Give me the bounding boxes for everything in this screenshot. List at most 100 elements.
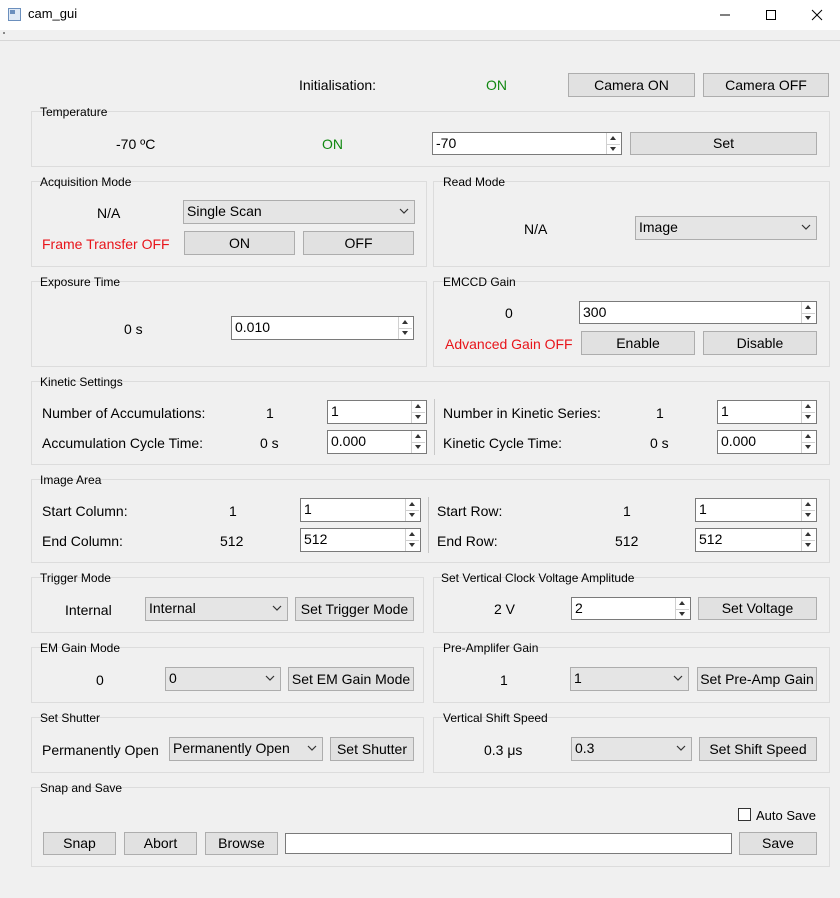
close-button[interactable] (794, 0, 840, 30)
auto-save-checkbox[interactable] (738, 808, 751, 821)
em-gain-mode-title: EM Gain Mode (40, 641, 121, 655)
temperature-spinbox[interactable]: -70 (432, 132, 622, 155)
minimize-button[interactable] (702, 0, 748, 30)
frame-transfer-on-button[interactable]: ON (184, 231, 295, 255)
shutter-select[interactable]: Permanently Open (169, 737, 323, 761)
start-column-spinbox[interactable]: 1 (300, 498, 421, 522)
set-shutter-button[interactable]: Set Shutter (330, 737, 414, 761)
chevron-down-icon (272, 605, 282, 611)
frame-transfer-status: Frame Transfer OFF (42, 236, 170, 252)
initialisation-label: Initialisation: (299, 77, 377, 93)
read-mode-title: Read Mode (443, 175, 506, 189)
spin-down-icon[interactable] (406, 540, 419, 551)
abort-button[interactable]: Abort (124, 832, 197, 855)
chevron-down-icon (399, 208, 409, 214)
set-pre-amp-gain-button[interactable]: Set Pre-Amp Gain (697, 667, 817, 691)
close-icon (811, 9, 823, 21)
num-kinetic-series-spinbox[interactable]: 1 (717, 400, 817, 424)
set-shift-speed-button[interactable]: Set Shift Speed (699, 737, 817, 761)
spin-down-icon[interactable] (802, 412, 815, 423)
shutter-title: Set Shutter (40, 711, 101, 725)
minimize-icon (720, 14, 730, 16)
num-accumulations-value: 1 (266, 405, 274, 421)
end-row-spinbox[interactable]: 512 (695, 528, 817, 552)
spin-down-icon[interactable] (607, 144, 620, 155)
emccd-gain-current: 0 (505, 305, 513, 321)
vertical-shift-speed-select[interactable]: 0.3 (571, 737, 692, 761)
start-row-label: Start Row: (437, 503, 503, 519)
save-path-field[interactable] (285, 833, 732, 854)
end-row-value: 512 (615, 533, 639, 549)
advanced-gain-enable-button[interactable]: Enable (581, 331, 695, 355)
title-bar: cam_gui (0, 0, 840, 30)
temperature-status: ON (322, 136, 343, 152)
spin-down-icon[interactable] (399, 328, 412, 339)
spin-down-icon[interactable] (412, 442, 425, 453)
num-kinetic-series-label: Number in Kinetic Series: (443, 405, 601, 421)
advanced-gain-status: Advanced Gain OFF (445, 336, 573, 352)
accumulation-cycle-value: 0 s (260, 435, 279, 451)
acquisition-status: N/A (97, 205, 121, 221)
camera-off-button[interactable]: Camera OFF (703, 73, 829, 97)
chevron-down-icon (801, 224, 811, 230)
num-accumulations-label: Number of Accumulations: (42, 405, 206, 421)
temperature-set-button[interactable]: Set (630, 132, 817, 155)
kinetic-settings-group (31, 381, 830, 465)
trigger-mode-title: Trigger Mode (40, 571, 111, 585)
set-trigger-mode-button[interactable]: Set Trigger Mode (295, 597, 414, 621)
chevron-down-icon (673, 675, 683, 681)
spin-down-icon[interactable] (802, 313, 815, 324)
spin-down-icon[interactable] (406, 510, 419, 521)
browse-button[interactable]: Browse (205, 832, 278, 855)
temperature-title: Temperature (40, 105, 108, 119)
snap-and-save-title: Snap and Save (40, 781, 123, 795)
exposure-spinbox[interactable]: 0.010 (231, 316, 414, 340)
start-row-value: 1 (623, 503, 631, 519)
snap-and-save-group (31, 787, 830, 867)
spin-down-icon[interactable] (802, 540, 815, 551)
read-mode-status: N/A (524, 221, 548, 237)
advanced-gain-disable-button[interactable]: Disable (703, 331, 817, 355)
chevron-down-icon (307, 745, 317, 751)
vertical-clock-voltage-current: 2 V (494, 601, 516, 617)
kinetic-cycle-value: 0 s (650, 435, 669, 451)
exposure-time-title: Exposure Time (40, 275, 121, 289)
emccd-gain-spinbox[interactable]: 300 (579, 301, 817, 324)
end-row-label: End Row: (437, 533, 498, 549)
set-voltage-button[interactable]: Set Voltage (698, 597, 817, 620)
acquisition-mode-select[interactable]: Single Scan (183, 200, 415, 224)
chevron-down-icon (265, 675, 275, 681)
kinetic-cycle-spinbox[interactable]: 0.000 (717, 430, 817, 454)
spin-down-icon[interactable] (676, 609, 689, 620)
kinetic-settings-title: Kinetic Settings (40, 375, 123, 389)
set-em-gain-mode-button[interactable]: Set EM Gain Mode (288, 667, 414, 691)
chevron-down-icon (676, 745, 686, 751)
shutter-current: Permanently Open (42, 742, 159, 758)
exposure-current: 0 s (124, 321, 143, 337)
num-accumulations-spinbox[interactable]: 1 (327, 400, 427, 424)
num-kinetic-series-value: 1 (656, 405, 664, 421)
trigger-mode-select[interactable]: Internal (145, 597, 288, 621)
auto-save-label: Auto Save (756, 808, 816, 823)
maximize-button[interactable] (748, 0, 794, 30)
spin-down-icon[interactable] (802, 442, 815, 453)
camera-on-button[interactable]: Camera ON (568, 73, 695, 97)
em-gain-mode-select[interactable]: 0 (165, 667, 281, 691)
accumulation-cycle-label: Accumulation Cycle Time: (42, 435, 204, 451)
divider (428, 497, 429, 553)
frame-transfer-off-button[interactable]: OFF (303, 231, 414, 255)
window-title: cam_gui (28, 6, 78, 21)
vertical-shift-speed-current: 0.3 μs (484, 742, 523, 758)
app-icon (8, 8, 21, 21)
initialisation-status: ON (486, 77, 507, 93)
pre-amp-gain-select[interactable]: 1 (570, 667, 689, 691)
accumulation-cycle-spinbox[interactable]: 0.000 (327, 430, 427, 454)
start-row-spinbox[interactable]: 1 (695, 498, 817, 522)
spin-down-icon[interactable] (802, 510, 815, 521)
vertical-clock-voltage-spinbox[interactable]: 2 (571, 597, 691, 620)
save-button[interactable]: Save (739, 832, 817, 855)
spin-down-icon[interactable] (412, 412, 425, 423)
read-mode-select[interactable]: Image (635, 216, 817, 240)
end-column-spinbox[interactable]: 512 (300, 528, 421, 552)
snap-button[interactable]: Snap (43, 832, 116, 855)
